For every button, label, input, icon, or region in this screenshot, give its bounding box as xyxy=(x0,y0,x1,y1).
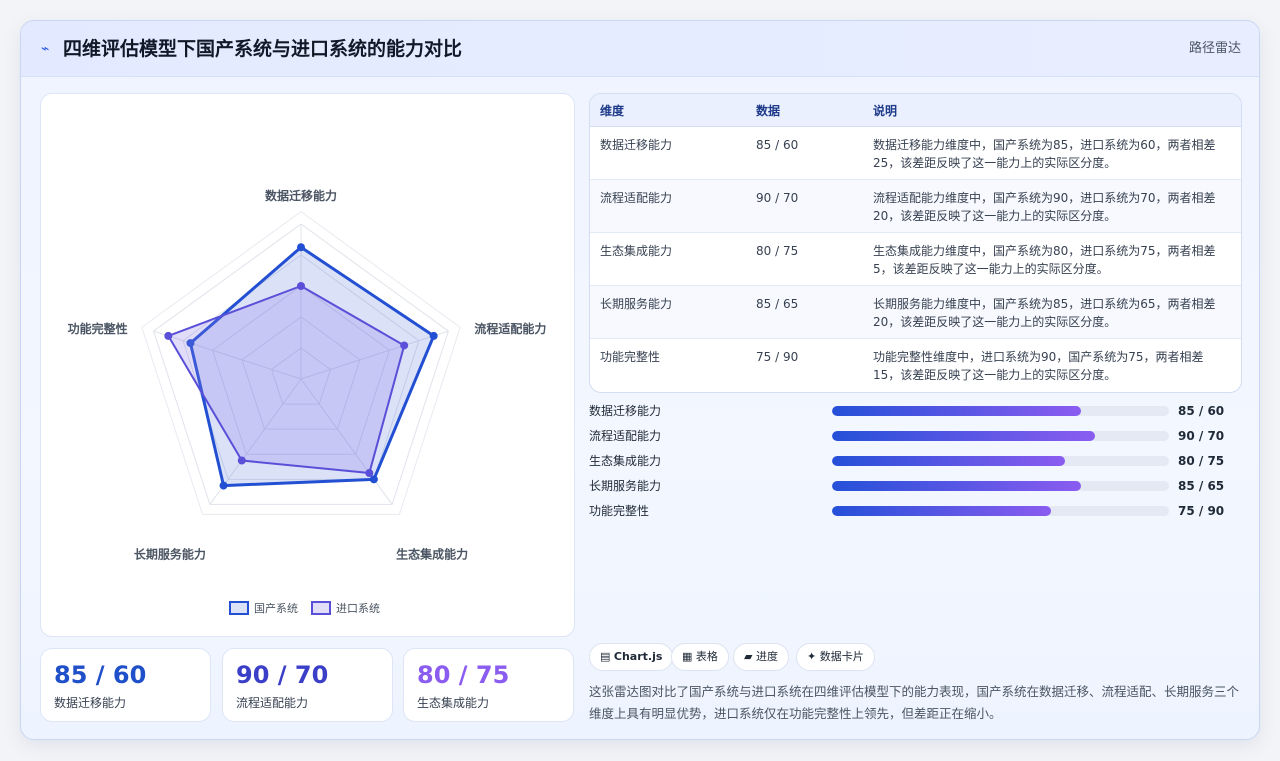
column-header-data: 数据 xyxy=(756,104,781,118)
legend-swatch xyxy=(229,601,249,615)
table-row: 长期服务能力 85 / 65 长期服务能力维度中，国产系统为85，进口系统为65… xyxy=(590,286,1241,339)
progress-track xyxy=(832,431,1169,441)
stat-card-ecosystem-integration: 80 / 75 生态集成能力 xyxy=(403,648,574,722)
progress-label: 功能完整性 xyxy=(589,504,650,518)
stat-card-process-adaptation: 90 / 70 流程适配能力 xyxy=(222,648,393,722)
page-title: 四维评估模型下国产系统与进口系统的能力对比 xyxy=(63,38,463,60)
radar-axis-label: 生态集成能力 xyxy=(396,546,468,561)
cell-data: 80 / 75 xyxy=(756,244,799,258)
cell-description: 生态集成能力维度中，国产系统为80，进口系统为75，两者相差5，该差距反映了这一… xyxy=(873,244,1216,276)
chip-data-card[interactable]: ✦ 数据卡片 xyxy=(796,643,875,671)
progress-value: 80 / 75 xyxy=(1178,454,1225,468)
progress-value: 75 / 90 xyxy=(1178,504,1225,518)
cell-dimension: 数据迁移能力 xyxy=(600,138,673,152)
table-row: 生态集成能力 80 / 75 生态集成能力维度中，国产系统为80，进口系统为75… xyxy=(590,233,1241,286)
progress-row-process-adaptation: 流程适配能力 90 / 70 xyxy=(589,426,1242,446)
chip-chartjs[interactable]: ▤ Chart.js xyxy=(589,643,674,671)
progress-fill xyxy=(832,456,1065,466)
card-header: ⌁ 四维评估模型下国产系统与进口系统的能力对比 路径雷达 xyxy=(21,21,1259,77)
cell-description: 流程适配能力维度中，国产系统为90，进口系统为70，两者相差20，该差距反映了这… xyxy=(873,191,1216,223)
radar-point xyxy=(219,481,228,490)
cell-dimension: 功能完整性 xyxy=(600,350,661,364)
cell-description: 功能完整性维度中，进口系统为90，国产系统为75，两者相差15，该差距反映了这一… xyxy=(873,350,1204,382)
table-row: 数据迁移能力 85 / 60 数据迁移能力维度中，国产系统为85，进口系统为60… xyxy=(590,127,1241,180)
legend-label: 国产系统 xyxy=(254,601,298,615)
cell-description: 数据迁移能力维度中，国产系统为85，进口系统为60，两者相差25，该差距反映了这… xyxy=(873,138,1216,170)
progress-row-long-term-service: 长期服务能力 85 / 65 xyxy=(589,476,1242,496)
cell-data: 75 / 90 xyxy=(756,350,799,364)
radar-point xyxy=(237,456,246,465)
table-header: 维度 数据 说明 xyxy=(590,94,1241,127)
radar-axis-label: 数据迁移能力 xyxy=(265,188,337,203)
progress-track xyxy=(832,481,1169,491)
radar-point xyxy=(297,243,305,252)
stat-value: 90 / 70 xyxy=(236,661,329,689)
radar-chart: 数据迁移能力流程适配能力生态集成能力 长期服务能力 功能完整性国产系统 进口系统 xyxy=(68,188,546,615)
chart-type-tag: 路径雷达 xyxy=(1188,41,1241,56)
progress-track xyxy=(832,406,1169,416)
table-row: 功能完整性 75 / 90 功能完整性维度中，进口系统为90，国产系统为75，两… xyxy=(590,339,1241,392)
cell-data: 85 / 60 xyxy=(756,138,799,152)
progress-label: 长期服务能力 xyxy=(589,479,662,493)
chip-label: Chart.js xyxy=(613,650,663,663)
legend-swatch xyxy=(311,601,331,615)
dashboard-card: ⌁ 四维评估模型下国产系统与进口系统的能力对比 路径雷达 数据迁移能力 流程适配能… xyxy=(20,20,1260,740)
radar-axis-label: 长期服务能力 xyxy=(134,546,206,561)
radar-point xyxy=(429,331,438,340)
radar-point xyxy=(365,469,374,478)
progress-row-ecosystem-integration: 生态集成能力 80 / 75 xyxy=(589,451,1242,471)
progress-value: 85 / 65 xyxy=(1178,479,1225,493)
progress-icon: ▰ xyxy=(744,650,753,663)
column-header-description: 说明 xyxy=(873,104,898,118)
progress-label: 数据迁移能力 xyxy=(589,404,662,418)
radar-point xyxy=(297,282,305,290)
chart-summary: 这张雷达图对比了国产系统与进口系统在四维评估模型下的能力表现，国产系统在数据迁移… xyxy=(589,684,1240,721)
radar-point xyxy=(164,331,173,340)
chart-icon: ▤ xyxy=(600,650,611,663)
progress-fill xyxy=(832,481,1082,491)
comparison-table: 维度 数据 说明 数据迁移能力 85 / 60 数据迁移能力维度中，国产系统为8… xyxy=(589,93,1242,393)
progress-track xyxy=(832,506,1169,516)
chip-label: 进度 xyxy=(755,650,778,663)
chip-table[interactable]: ▦ 表格 xyxy=(671,643,729,671)
stat-value: 85 / 60 xyxy=(54,661,147,689)
progress-label: 流程适配能力 xyxy=(589,429,662,443)
cell-dimension: 长期服务能力 xyxy=(600,297,673,311)
progress-row-data-migration: 数据迁移能力 85 / 60 xyxy=(589,401,1242,421)
progress-value: 85 / 60 xyxy=(1178,404,1225,418)
table-row: 流程适配能力 90 / 70 流程适配能力维度中，国产系统为90，进口系统为70… xyxy=(590,180,1241,233)
chip-label: 表格 xyxy=(695,650,718,663)
progress-fill xyxy=(832,406,1082,416)
radar-axis-label: 流程适配能力 xyxy=(474,321,546,336)
sparkle-icon: ✦ xyxy=(807,650,817,663)
progress-label: 生态集成能力 xyxy=(589,454,662,468)
table-icon: ▦ xyxy=(682,650,693,663)
column-header-dimension: 维度 xyxy=(600,104,625,118)
progress-track xyxy=(832,456,1169,466)
stat-card-data-migration: 85 / 60 数据迁移能力 xyxy=(40,648,211,722)
cell-data: 90 / 70 xyxy=(756,191,799,205)
radar-axis-label: 功能完整性 xyxy=(68,321,128,336)
progress-value: 90 / 70 xyxy=(1178,429,1225,443)
chip-label: 数据卡片 xyxy=(819,650,864,663)
progress-fill xyxy=(832,506,1052,516)
cell-description: 长期服务能力维度中，国产系统为85，进口系统为65，两者相差20，该差距反映了这… xyxy=(873,297,1216,329)
legend-label: 进口系统 xyxy=(336,602,380,615)
stat-label: 生态集成能力 xyxy=(417,696,490,710)
stat-label: 流程适配能力 xyxy=(236,696,309,710)
progress-fill xyxy=(832,431,1095,441)
cell-dimension: 流程适配能力 xyxy=(600,191,673,205)
chip-progress[interactable]: ▰ 进度 xyxy=(733,643,789,671)
progress-row-functional-completeness: 功能完整性 75 / 90 xyxy=(589,501,1242,521)
stat-label: 数据迁移能力 xyxy=(54,696,127,710)
radar-point xyxy=(400,341,409,350)
stat-value: 80 / 75 xyxy=(417,661,510,689)
radar-chart-panel: 数据迁移能力流程适配能力生态集成能力 长期服务能力 功能完整性国产系统 进口系统 xyxy=(40,93,575,637)
cell-dimension: 生态集成能力 xyxy=(600,244,673,258)
cell-data: 85 / 65 xyxy=(756,297,799,311)
pulse-icon: ⌁ xyxy=(41,41,50,57)
